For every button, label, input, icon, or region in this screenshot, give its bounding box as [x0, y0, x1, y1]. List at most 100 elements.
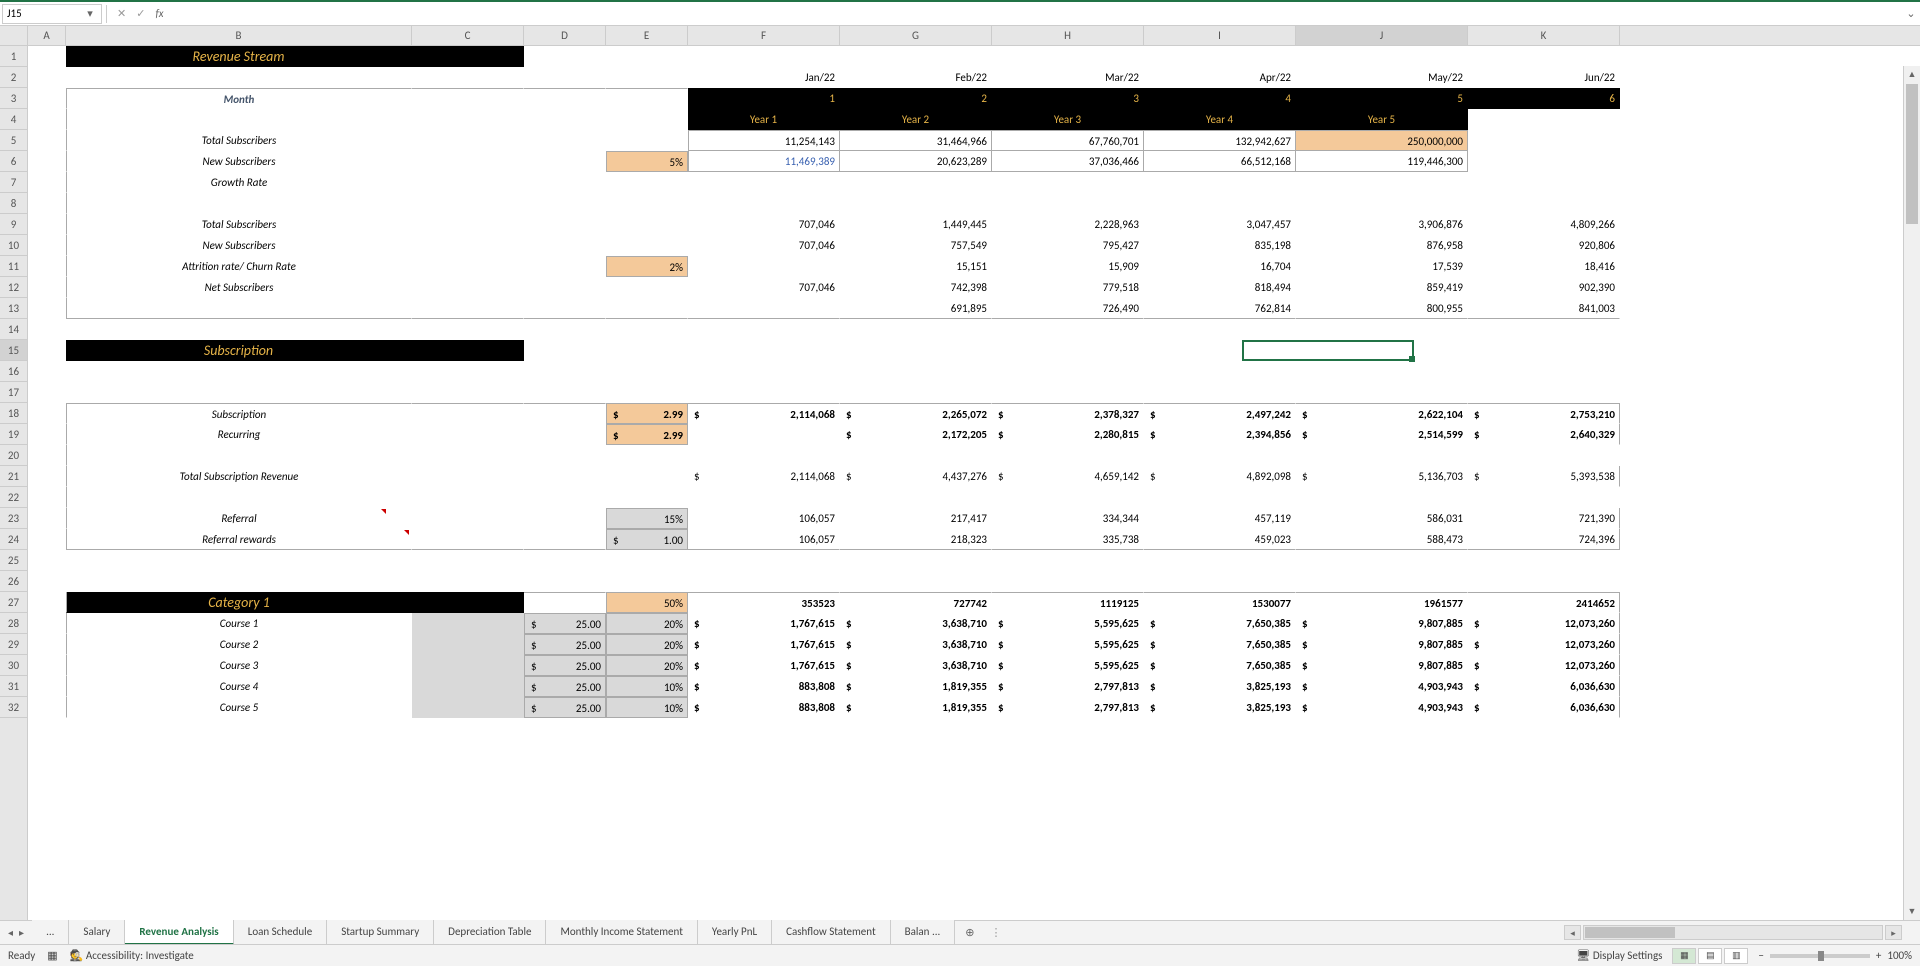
- col-header-I[interactable]: I: [1144, 26, 1296, 45]
- cell[interactable]: 818,494: [1144, 277, 1296, 298]
- cell[interactable]: $883,808: [688, 676, 840, 697]
- cell[interactable]: $5,595,625: [992, 655, 1144, 676]
- page-layout-view-button[interactable]: ▤: [1698, 948, 1722, 964]
- select-all-corner[interactable]: [0, 26, 28, 45]
- cell[interactable]: 67,760,701: [992, 130, 1144, 151]
- col-header-H[interactable]: H: [992, 26, 1144, 45]
- row-header[interactable]: 14: [0, 319, 27, 340]
- cell[interactable]: $2,378,327: [992, 403, 1144, 424]
- sub-price[interactable]: $2.99: [606, 403, 688, 424]
- cell[interactable]: 586,031: [1296, 508, 1468, 529]
- col-header-B[interactable]: B: [66, 26, 412, 45]
- cell[interactable]: $2,514,599: [1296, 424, 1468, 445]
- row-header[interactable]: 30: [0, 655, 27, 676]
- cell[interactable]: $3,638,710: [840, 613, 992, 634]
- cell[interactable]: $5,136,703: [1296, 466, 1468, 487]
- zoom-level[interactable]: 100%: [1887, 949, 1912, 962]
- cell[interactable]: $1,767,615: [688, 613, 840, 634]
- course-price[interactable]: $25.00: [524, 613, 606, 634]
- cell[interactable]: 707,046: [688, 235, 840, 256]
- cell[interactable]: 3,047,457: [1144, 214, 1296, 235]
- cell[interactable]: $2,797,813: [992, 676, 1144, 697]
- cell[interactable]: 2414652: [1468, 592, 1620, 613]
- cell[interactable]: 1530077: [1144, 592, 1296, 613]
- vertical-scrollbar[interactable]: ▲ ▼: [1903, 66, 1920, 920]
- cell[interactable]: 335,738: [992, 529, 1144, 550]
- cell[interactable]: $2,640,329: [1468, 424, 1620, 445]
- cell[interactable]: 707,046: [688, 277, 840, 298]
- cell[interactable]: $2,394,856: [1144, 424, 1296, 445]
- zoom-out-button[interactable]: −: [1758, 949, 1763, 962]
- course-price[interactable]: $25.00: [524, 634, 606, 655]
- row-header[interactable]: 5: [0, 130, 27, 151]
- cell[interactable]: $2,280,815: [992, 424, 1144, 445]
- sheet-tab[interactable]: Loan Schedule: [234, 920, 327, 945]
- row-header[interactable]: 11: [0, 256, 27, 277]
- cell[interactable]: 726,490: [992, 298, 1144, 319]
- scroll-left-icon[interactable]: ◂: [1564, 925, 1581, 940]
- sheet-tab[interactable]: Depreciation Table: [434, 920, 546, 945]
- cell[interactable]: $7,650,385: [1144, 655, 1296, 676]
- col-header-G[interactable]: G: [840, 26, 992, 45]
- col-header-E[interactable]: E: [606, 26, 688, 45]
- cell[interactable]: 859,419: [1296, 277, 1468, 298]
- formula-input[interactable]: [170, 4, 1902, 24]
- course5-pct[interactable]: 10%: [606, 697, 688, 718]
- row-header[interactable]: 12: [0, 277, 27, 298]
- sheet-tab[interactable]: Revenue Analysis: [125, 920, 233, 945]
- cell[interactable]: $3,825,193: [1144, 697, 1296, 718]
- cell[interactable]: 66,512,168: [1144, 151, 1296, 172]
- tab-nav-first-icon[interactable]: ◂: [8, 926, 13, 939]
- col-header-A[interactable]: A: [28, 26, 66, 45]
- course2-pct[interactable]: 20%: [606, 634, 688, 655]
- cell[interactable]: 920,806: [1468, 235, 1620, 256]
- cell[interactable]: $7,650,385: [1144, 634, 1296, 655]
- enter-icon[interactable]: ✓: [136, 7, 145, 20]
- cell[interactable]: $12,073,260: [1468, 634, 1620, 655]
- cell[interactable]: 4,809,266: [1468, 214, 1620, 235]
- cell[interactable]: 334,344: [992, 508, 1144, 529]
- row-header[interactable]: 20: [0, 445, 27, 466]
- row-header[interactable]: 23: [0, 508, 27, 529]
- row-header[interactable]: 15: [0, 340, 27, 361]
- cell[interactable]: $5,595,625: [992, 613, 1144, 634]
- comment-indicator-icon[interactable]: [404, 530, 409, 535]
- sheet-tab[interactable]: Monthly Income Statement: [546, 920, 697, 945]
- zoom-in-button[interactable]: +: [1876, 949, 1881, 962]
- horizontal-scrollbar[interactable]: ◂ ▸: [1564, 925, 1920, 940]
- course-price[interactable]: $25.00: [524, 655, 606, 676]
- row-header[interactable]: 27: [0, 592, 27, 613]
- cell[interactable]: 20,623,289: [840, 151, 992, 172]
- cell[interactable]: 727742: [840, 592, 992, 613]
- page-break-view-button[interactable]: ▥: [1724, 948, 1748, 964]
- cell[interactable]: $2,114,068: [688, 466, 840, 487]
- cell[interactable]: 16,704: [1144, 256, 1296, 277]
- cell[interactable]: $1,767,615: [688, 655, 840, 676]
- cell[interactable]: 217,417: [840, 508, 992, 529]
- row-header[interactable]: 4: [0, 109, 27, 130]
- cell[interactable]: 11,469,389: [688, 151, 840, 172]
- row-header[interactable]: 3: [0, 88, 27, 109]
- col-header-D[interactable]: D: [524, 26, 606, 45]
- zoom-slider[interactable]: [1770, 954, 1870, 958]
- cell[interactable]: 2,228,963: [992, 214, 1144, 235]
- cell[interactable]: $9,807,885: [1296, 655, 1468, 676]
- cell[interactable]: $1,767,615: [688, 634, 840, 655]
- row-header[interactable]: 32: [0, 697, 27, 718]
- cell[interactable]: 1961577: [1296, 592, 1468, 613]
- row-header[interactable]: 16: [0, 361, 27, 382]
- row-header[interactable]: 19: [0, 424, 27, 445]
- cell[interactable]: 757,549: [840, 235, 992, 256]
- comment-indicator-icon[interactable]: [381, 509, 386, 514]
- course-price[interactable]: $25.00: [524, 697, 606, 718]
- cell[interactable]: $1,819,355: [840, 697, 992, 718]
- cell[interactable]: $4,903,943: [1296, 697, 1468, 718]
- cell[interactable]: 459,023: [1144, 529, 1296, 550]
- cell[interactable]: $883,808: [688, 697, 840, 718]
- cell[interactable]: 800,955: [1296, 298, 1468, 319]
- row-header[interactable]: 28: [0, 613, 27, 634]
- cell[interactable]: $4,659,142: [992, 466, 1144, 487]
- name-box-dropdown-icon[interactable]: ▾: [83, 7, 97, 20]
- cell[interactable]: 1,449,445: [840, 214, 992, 235]
- cell[interactable]: $3,825,193: [1144, 676, 1296, 697]
